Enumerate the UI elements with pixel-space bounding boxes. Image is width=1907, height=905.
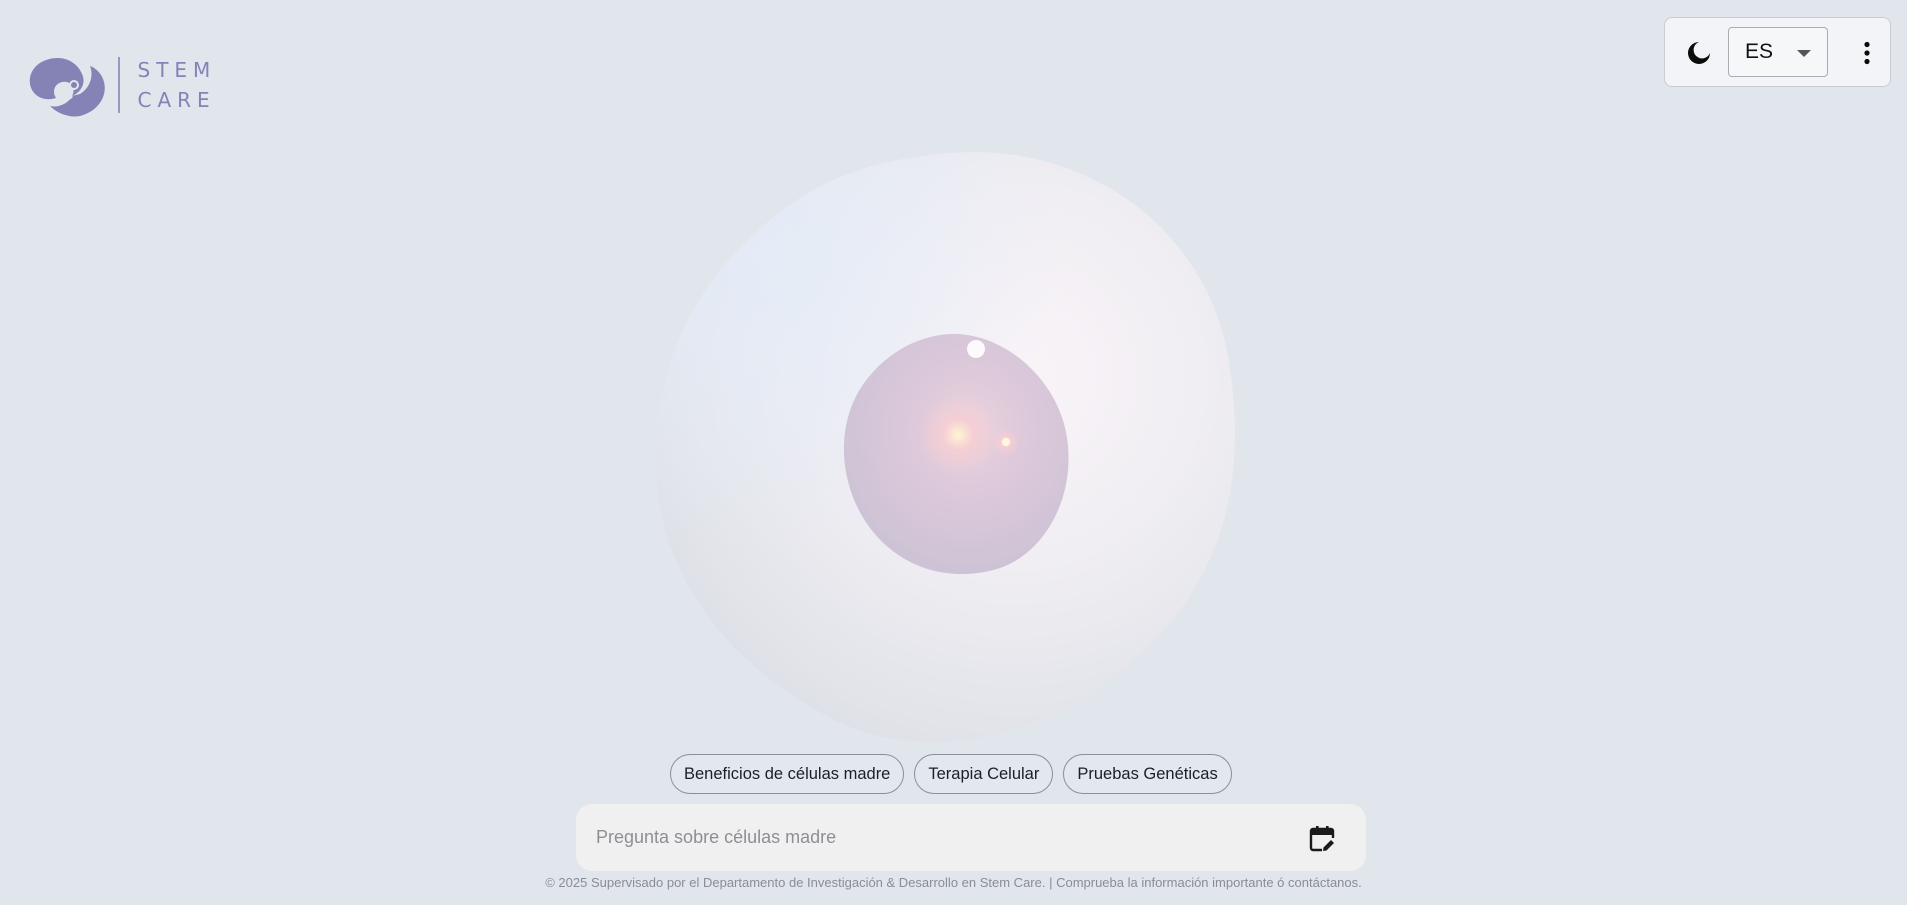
stem-cell-graphic (650, 148, 1250, 758)
nucleus-glow (918, 395, 998, 475)
chat-question-input[interactable] (596, 827, 1276, 848)
footer-disclaimer: © 2025 Supervisado por el Departamento d… (545, 875, 1362, 890)
language-select-value: ES (1745, 40, 1774, 63)
language-select[interactable]: ES (1728, 27, 1828, 77)
logo-divider (118, 57, 120, 113)
stem-care-logo-icon (29, 58, 105, 117)
brand-name-line2: CARE (137, 88, 216, 112)
suggestion-chip-terapia[interactable]: Terapia Celular (914, 754, 1054, 794)
top-controls-panel: ES (1664, 17, 1891, 87)
more-vertical-icon (1864, 41, 1870, 65)
cell-illustration (655, 151, 1235, 742)
brand-name: STEM CARE (138, 55, 217, 115)
calendar-edit-icon (1309, 826, 1336, 852)
moon-icon (1688, 42, 1710, 64)
more-options-button[interactable] (1849, 35, 1885, 71)
suggestion-chips: Beneficios de células madre Terapia Celu… (670, 754, 1232, 794)
suggestion-chip-beneficios[interactable]: Beneficios de células madre (670, 754, 905, 794)
theme-toggle-button[interactable] (1681, 35, 1717, 71)
nucleus-highlight (967, 340, 985, 358)
brand-logo[interactable]: STEM CARE (28, 52, 216, 118)
chat-input-box (576, 804, 1366, 871)
schedule-appointment-button[interactable] (1308, 824, 1338, 854)
chevron-down-icon (1797, 50, 1811, 57)
brand-name-line1: STEM (137, 58, 217, 82)
suggestion-chip-pruebas[interactable]: Pruebas Genéticas (1063, 754, 1232, 794)
